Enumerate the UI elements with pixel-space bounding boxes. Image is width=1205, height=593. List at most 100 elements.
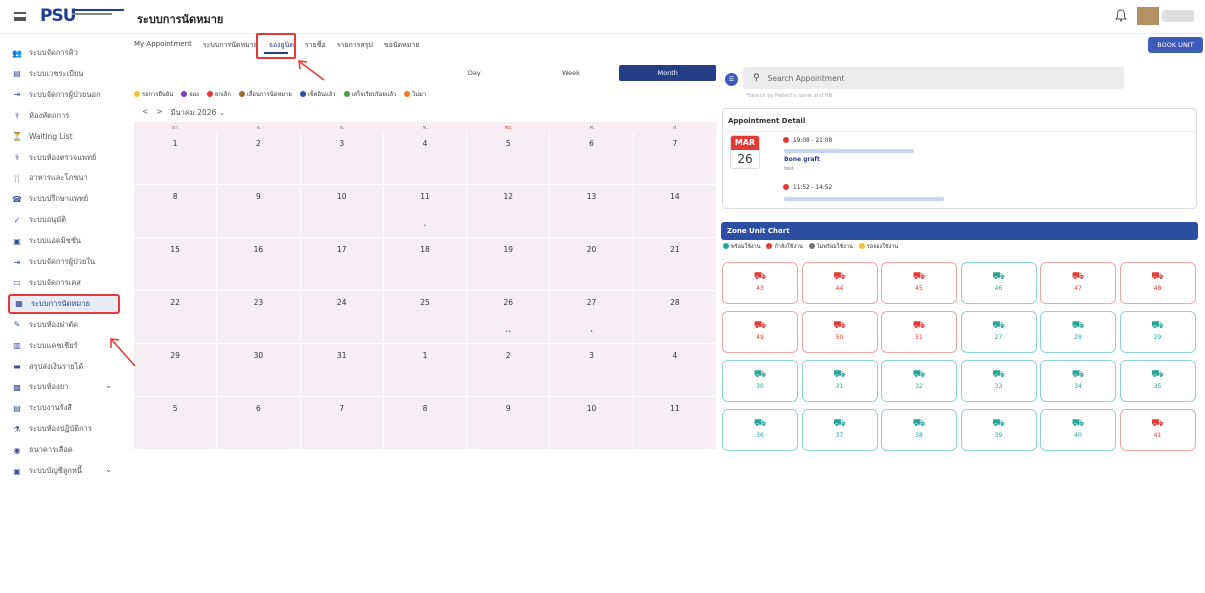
unit-card[interactable]: ⛟ 40 — [1040, 409, 1116, 451]
sidebar-item-20[interactable]: ▣ ระบบบัญชีลูกหนี้ ⌄ — [8, 461, 120, 481]
unit-card[interactable]: ⛟ 37 — [801, 409, 878, 451]
filter-icon[interactable]: ☰ — [725, 73, 738, 86]
calendar-day[interactable]: 20 — [550, 238, 634, 291]
calendar-day[interactable]: 25 — [383, 291, 468, 344]
calendar-day[interactable]: 11 • — [383, 185, 468, 238]
calendar-day[interactable]: 6 — [550, 132, 634, 185]
calendar-day[interactable]: 4 — [383, 132, 468, 185]
prev-month-button[interactable]: < — [142, 107, 148, 119]
calendar-day[interactable]: 19 — [467, 238, 551, 291]
unit-card[interactable]: ⛟ 43 — [722, 262, 798, 304]
calendar-day[interactable]: 9 — [217, 185, 301, 238]
sidebar-item-2[interactable]: ⇥ ระบบจัดการผู้ป่วยนอก — [8, 85, 120, 105]
calendar-day[interactable]: 28 — [633, 291, 717, 344]
unit-card[interactable]: ⛟ 49 — [722, 311, 798, 353]
sidebar-item-14[interactable]: ▥ ระบบแคชเชียร์ — [8, 336, 120, 356]
tab-3[interactable]: รายชื่อ — [305, 37, 326, 55]
unit-card[interactable]: ⛟ 27 — [960, 311, 1037, 353]
tab-0[interactable]: My Appointment — [134, 37, 192, 55]
calendar-day[interactable]: 14 — [633, 185, 717, 238]
view-week[interactable]: Week — [523, 65, 620, 81]
calendar-day[interactable]: 27 • — [550, 291, 634, 344]
view-month[interactable]: Month — [619, 65, 717, 81]
calendar-day[interactable]: 26 •• — [467, 291, 551, 344]
unit-card[interactable]: ⛟ 31 — [801, 360, 878, 402]
unit-card[interactable]: ⛟ 51 — [881, 311, 957, 353]
calendar-day[interactable]: 16 — [217, 238, 301, 291]
bell-icon[interactable] — [1115, 9, 1127, 22]
sidebar-item-11[interactable]: ▭ ระบบจัดการเคส — [8, 273, 120, 293]
calendar-day[interactable]: 31 — [300, 344, 384, 397]
calendar-day[interactable]: 22 — [134, 291, 218, 344]
tab-4[interactable]: รายการสรุป — [337, 37, 373, 55]
calendar-day[interactable]: 1 — [134, 132, 218, 185]
sidebar-item-17[interactable]: ▤ ระบบงานรังสี — [8, 398, 120, 418]
calendar-day[interactable]: 7 — [633, 132, 717, 185]
sidebar-item-15[interactable]: ▬ สรุปส่งเงินรายได้ — [8, 357, 120, 377]
calendar-day[interactable]: 23 — [217, 291, 301, 344]
unit-card[interactable]: ⛟ 45 — [881, 262, 957, 304]
sidebar-item-9[interactable]: ▣ ระบบแอดมิชชั่น — [8, 231, 120, 251]
calendar-day[interactable]: 10 — [550, 397, 634, 450]
sidebar-item-8[interactable]: ✓ ระบบอนุมัติ — [8, 210, 120, 230]
unit-card[interactable]: ⛟ 48 — [1119, 262, 1196, 304]
event-time[interactable]: 19:08 - 21:08 — [783, 137, 832, 144]
unit-card[interactable]: ⛟ 46 — [960, 262, 1037, 304]
unit-card[interactable]: ⛟ 34 — [1040, 360, 1116, 402]
calendar-day[interactable]: 3 — [550, 344, 634, 397]
menu-icon[interactable] — [14, 12, 26, 21]
unit-card[interactable]: ⛟ 29 — [1119, 311, 1196, 353]
calendar-day[interactable]: 13 — [550, 185, 634, 238]
unit-card[interactable]: ⛟ 28 — [1040, 311, 1116, 353]
sidebar-item-4[interactable]: ⏳ Waiting List — [8, 127, 120, 147]
calendar-day[interactable]: 12 — [467, 185, 551, 238]
sidebar-item-7[interactable]: ☎ ระบบปรึกษาแพทย์ — [8, 189, 120, 209]
unit-card[interactable]: ⛟ 30 — [722, 360, 798, 402]
calendar-day[interactable]: 6 — [217, 397, 301, 450]
sidebar-item-5[interactable]: ⚕ ระบบห้องตรวจแพทย์ — [8, 148, 120, 168]
calendar-day[interactable]: 1 — [383, 344, 468, 397]
sidebar-item-0[interactable]: 👥 ระบบจัดการคิว — [8, 43, 120, 63]
calendar-day[interactable]: 11 — [633, 397, 717, 450]
sidebar-item-16[interactable]: ▩ ระบบห้องยา ⌄ — [8, 377, 120, 397]
calendar-day[interactable]: 2 — [467, 344, 551, 397]
next-month-button[interactable]: > — [156, 107, 162, 119]
unit-card[interactable]: ⛟ 47 — [1040, 262, 1116, 304]
calendar-day[interactable]: 8 — [134, 185, 218, 238]
sidebar-item-10[interactable]: ⇥ ระบบจัดการผู้ป่วยใน — [8, 252, 120, 272]
sidebar-item-3[interactable]: ⚕ ห้องหัตถการ — [8, 106, 120, 126]
event-time[interactable]: 11:52 - 14:52 — [783, 184, 832, 191]
sidebar-item-12[interactable]: ▦ ระบบการนัดหมาย — [8, 293, 120, 314]
calendar-day[interactable]: 2 — [217, 132, 301, 185]
calendar-day[interactable]: 29 — [134, 344, 218, 397]
calendar-day[interactable]: 5 — [467, 132, 551, 185]
calendar-day[interactable]: 7 — [300, 397, 384, 450]
unit-card[interactable]: ⛟ 39 — [960, 409, 1037, 451]
sidebar-item-13[interactable]: ✎ ระบบห้องผ่าตัด — [8, 315, 120, 335]
unit-card[interactable]: ⛟ 32 — [881, 360, 957, 402]
unit-card[interactable]: ⛟ 36 — [722, 409, 798, 451]
calendar-day[interactable]: 21 — [633, 238, 717, 291]
view-day[interactable]: Day — [426, 65, 523, 81]
calendar-day[interactable]: 5 — [134, 397, 218, 450]
avatar[interactable] — [1137, 7, 1159, 25]
search-input[interactable]: ⚲ Search Appointment — [743, 67, 1124, 89]
calendar-day[interactable]: 15 — [134, 238, 218, 291]
unit-card[interactable]: ⛟ 38 — [881, 409, 957, 451]
sidebar-item-19[interactable]: ◉ ธนาคารเลือด — [8, 440, 120, 460]
calendar-day[interactable]: 24 — [300, 291, 384, 344]
calendar-day[interactable]: 4 — [633, 344, 717, 397]
unit-card[interactable]: ⛟ 44 — [801, 262, 878, 304]
unit-card[interactable]: ⛟ 50 — [801, 311, 878, 353]
month-label[interactable]: มีนาคม 2026 ⌄ — [171, 107, 225, 119]
calendar-day[interactable]: 10 — [300, 185, 384, 238]
calendar-day[interactable]: 30 — [217, 344, 301, 397]
unit-card[interactable]: ⛟ 33 — [960, 360, 1037, 402]
tab-1[interactable]: ระบบการนัดหมาย — [203, 37, 258, 55]
calendar-day[interactable]: 9 — [467, 397, 551, 450]
sidebar-item-6[interactable]: 🍴 อาหารและโภชนา — [8, 168, 120, 188]
calendar-day[interactable]: 3 — [300, 132, 384, 185]
tab-5[interactable]: ขอนัดหมาย — [384, 37, 420, 55]
book-unit-button[interactable]: BOOK UNIT — [1148, 37, 1203, 53]
calendar-day[interactable]: 18 — [383, 238, 468, 291]
